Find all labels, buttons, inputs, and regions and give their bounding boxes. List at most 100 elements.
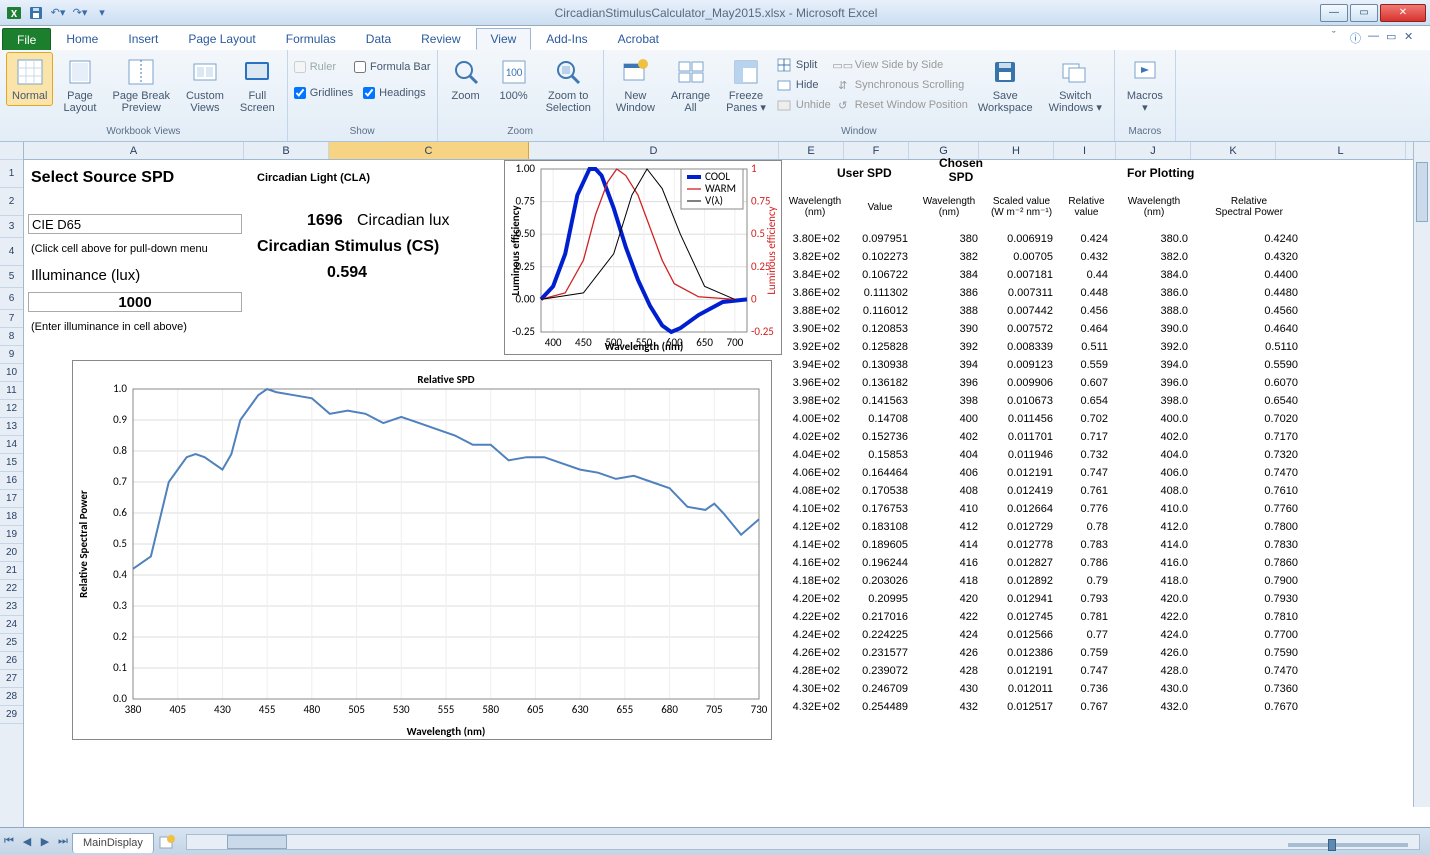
svg-text:0.4: 0.4	[113, 568, 127, 581]
svg-text:650: 650	[696, 336, 713, 349]
reset-window-button[interactable]: ↺Reset Window Position	[835, 96, 968, 114]
cell-a3-help: (Click cell above for pull-down menu	[28, 240, 211, 258]
full-screen-button[interactable]: Full Screen	[234, 52, 281, 118]
addins-tab[interactable]: Add-Ins	[531, 28, 602, 50]
svg-text:V(λ): V(λ)	[705, 194, 723, 207]
cell-c3: Circadian Stimulus (CS)	[254, 238, 442, 256]
save-workspace-button[interactable]: Save Workspace	[972, 52, 1039, 118]
cell-c1[interactable]: Circadian Light (CLA)	[254, 166, 373, 190]
home-tab[interactable]: Home	[51, 28, 113, 50]
svg-text:Luminous efficiency: Luminous efficiency	[765, 206, 778, 294]
doc-close-icon[interactable]: ✕	[1404, 30, 1418, 44]
ribbon: Normal Page Layout Page Break Preview Cu…	[0, 50, 1430, 142]
minimize-ribbon-icon[interactable]: ˇ	[1332, 30, 1346, 44]
zoom-label: Zoom	[444, 126, 597, 141]
tab-nav-last[interactable]: ⏭	[54, 833, 72, 851]
svg-text:Wavelength (nm): Wavelength (nm)	[605, 340, 684, 353]
svg-text:Relative Spectral Power: Relative Spectral Power	[77, 490, 90, 598]
svg-text:505: 505	[348, 703, 365, 716]
headings-checkbox[interactable]: Headings	[363, 84, 425, 102]
grid-body[interactable]: Select Source SPD Circadian Light (CLA) …	[24, 160, 1430, 827]
unhide-button[interactable]: Unhide	[776, 96, 831, 114]
vertical-scrollbar[interactable]	[1413, 142, 1430, 807]
sync-scrolling-button[interactable]: ⇵Synchronous Scrolling	[835, 76, 968, 94]
cell-a6-help: (Enter illuminance in cell above)	[28, 318, 190, 336]
title-bar: X ↶▾ ↷▾ ▾ CircadianStimulusCalculator_Ma…	[0, 0, 1430, 26]
zoom-button[interactable]: Zoom	[444, 52, 488, 106]
source-spd-select[interactable]: CIE D65	[28, 214, 242, 234]
switch-windows-button[interactable]: Switch Windows ▾	[1043, 52, 1108, 118]
svg-text:0.9: 0.9	[113, 413, 127, 426]
chosen-spd-header: Chosen SPD	[931, 154, 991, 186]
cell-a4: Illuminance (lux)	[28, 266, 143, 284]
undo-icon[interactable]: ↶▾	[48, 4, 68, 22]
minimize-button[interactable]: —	[1320, 4, 1348, 22]
qat-customize-icon[interactable]: ▾	[92, 4, 112, 22]
arrange-all-button[interactable]: Arrange All	[665, 52, 716, 118]
svg-text:455: 455	[259, 703, 276, 716]
zoom-100-button[interactable]: 100100%	[492, 52, 536, 106]
side-by-side-button[interactable]: ▭▭View Side by Side	[835, 56, 968, 74]
illuminance-input[interactable]: 1000	[28, 292, 242, 312]
new-window-button[interactable]: New Window	[610, 52, 661, 118]
formula-bar-checkbox[interactable]: Formula Bar	[354, 58, 431, 76]
svg-text:680: 680	[661, 703, 678, 716]
macros-button[interactable]: Macros ▾	[1121, 52, 1169, 118]
formulas-tab[interactable]: Formulas	[271, 28, 351, 50]
tab-nav-next[interactable]: ▶	[36, 833, 54, 851]
cl-unit: Circadian lux	[354, 208, 452, 234]
svg-text:630: 630	[572, 703, 589, 716]
sheet-tab-maindisplay[interactable]: MainDisplay	[72, 833, 154, 853]
zoom-slider[interactable]	[1288, 843, 1408, 847]
redo-icon[interactable]: ↷▾	[70, 4, 90, 22]
svg-text:0.5: 0.5	[113, 537, 127, 550]
cell-a1[interactable]: Select Source SPD	[28, 166, 177, 190]
insert-tab[interactable]: Insert	[113, 28, 173, 50]
gridlines-checkbox[interactable]: Gridlines	[294, 84, 353, 102]
review-tab[interactable]: Review	[406, 28, 475, 50]
new-sheet-button[interactable]	[158, 833, 176, 851]
svg-text:X: X	[11, 7, 18, 20]
maximize-button[interactable]: ▭	[1350, 4, 1378, 22]
doc-minimize-icon[interactable]: —	[1368, 30, 1382, 44]
window-label: Window	[610, 126, 1108, 141]
column-headers[interactable]: ABCDEFGHIJKL	[24, 142, 1430, 160]
svg-text:0.2: 0.2	[113, 630, 127, 643]
help-icon[interactable]: ⓘ	[1350, 30, 1364, 44]
svg-text:0.5: 0.5	[751, 227, 765, 240]
doc-restore-icon[interactable]: ▭	[1386, 30, 1400, 44]
horizontal-scrollbar[interactable]	[186, 834, 1420, 850]
svg-text:0.1: 0.1	[113, 661, 127, 674]
page-break-preview-button[interactable]: Page Break Preview	[106, 52, 175, 118]
small-chart[interactable]: -0.250.000.250.500.751.00400450500550600…	[504, 160, 782, 355]
normal-view-button[interactable]: Normal	[6, 52, 53, 106]
svg-text:0.8: 0.8	[113, 444, 127, 457]
svg-text:Wavelength (nm): Wavelength (nm)	[407, 725, 486, 738]
svg-text:730: 730	[751, 703, 768, 716]
custom-views-button[interactable]: Custom Views	[180, 52, 230, 118]
view-tab[interactable]: View	[476, 28, 532, 50]
window-title: CircadianStimulusCalculator_May2015.xlsx…	[112, 6, 1320, 20]
tab-nav-first[interactable]: ⏮	[0, 833, 18, 851]
svg-text:555: 555	[438, 703, 455, 716]
data-tab[interactable]: Data	[351, 28, 406, 50]
acrobat-tab[interactable]: Acrobat	[603, 28, 674, 50]
split-button[interactable]: Split	[776, 56, 831, 74]
zoom-selection-button[interactable]: Zoom to Selection	[540, 52, 597, 118]
freeze-panes-button[interactable]: Freeze Panes ▾	[720, 52, 772, 118]
hide-button[interactable]: Hide	[776, 76, 831, 94]
relative-spd-chart[interactable]: 0.00.10.20.30.40.50.60.70.80.91.03804054…	[72, 360, 772, 740]
page-layout-button[interactable]: Page Layout	[57, 52, 102, 118]
row-headers[interactable]: 1234567891011121314151617181920212223242…	[0, 142, 24, 827]
pagelayout-tab[interactable]: Page Layout	[173, 28, 270, 50]
for-plotting-header: For Plotting	[1124, 164, 1197, 182]
tab-nav-prev[interactable]: ◀	[18, 833, 36, 851]
svg-text:380: 380	[125, 703, 142, 716]
ruler-checkbox[interactable]: Ruler	[294, 58, 336, 76]
close-button[interactable]: ✕	[1380, 4, 1426, 22]
save-icon[interactable]	[26, 4, 46, 22]
svg-text:-0.25: -0.25	[751, 325, 774, 338]
svg-text:-0.25: -0.25	[512, 325, 535, 338]
cs-value: 0.594	[324, 264, 370, 282]
file-tab[interactable]: File	[2, 28, 51, 50]
